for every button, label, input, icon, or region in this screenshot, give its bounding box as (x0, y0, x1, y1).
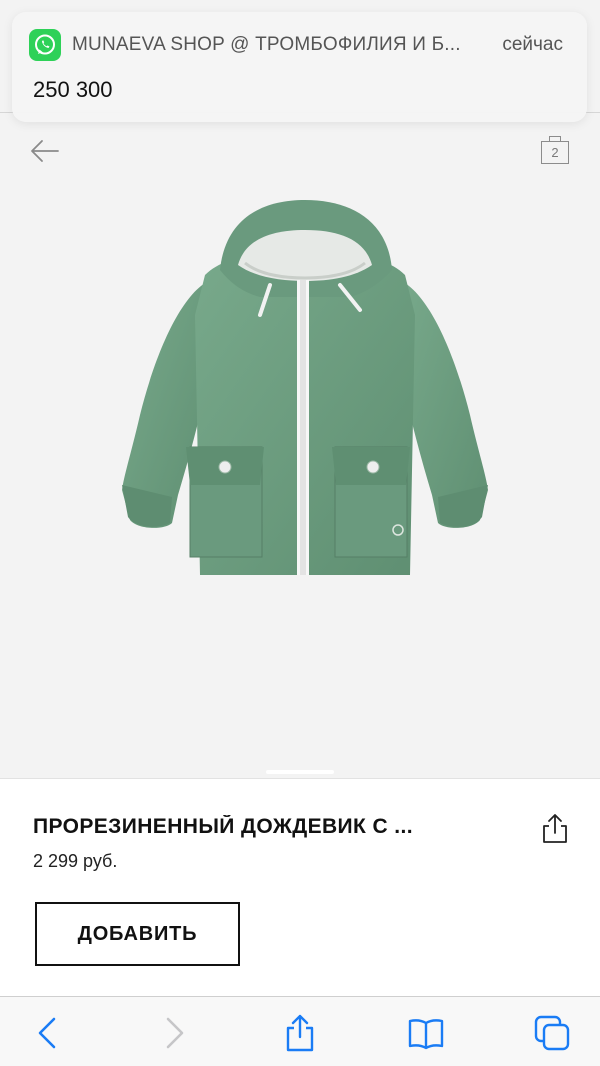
share-button[interactable] (540, 811, 570, 845)
browser-forward-button[interactable] (154, 1013, 194, 1053)
forward-icon (166, 1017, 184, 1049)
product-price: 2 299 руб. (33, 851, 118, 871)
browser-share-button[interactable] (280, 1013, 320, 1053)
product-image-jacket (122, 200, 488, 575)
back-icon (38, 1017, 56, 1049)
gallery-count-label: 2 (541, 141, 569, 164)
notification-title: MUNAEVA SHOP @ ТРОМБОФИЛИЯ И Б... (72, 34, 461, 55)
browser-back-button[interactable] (28, 1013, 68, 1053)
image-scroll-indicator (266, 770, 334, 774)
tabs-icon (534, 1015, 570, 1051)
add-to-cart-button[interactable]: ДОБАВИТЬ (35, 902, 240, 966)
bookmarks-icon (408, 1019, 444, 1050)
browser-bookmarks-button[interactable] (406, 1013, 446, 1053)
notification-time: сейчас (502, 34, 563, 55)
notification-banner[interactable]: MUNAEVA SHOP @ ТРОМБОФИЛИЯ И Б... сейчас… (12, 12, 587, 122)
product-title: ПРОРЕЗИНЕННЫЙ ДОЖДЕВИК С ... (33, 815, 413, 838)
notification-body: 250 300 (33, 77, 113, 102)
share-icon (286, 1014, 314, 1052)
arrow-left-icon (31, 140, 59, 162)
browser-toolbar (0, 996, 600, 1066)
whatsapp-icon (29, 29, 61, 61)
back-button[interactable] (28, 136, 62, 166)
product-info-panel: ПРОРЕЗИНЕННЫЙ ДОЖДЕВИК С ... 2 299 руб. … (0, 778, 600, 996)
share-icon (543, 814, 567, 843)
browser-tabs-button[interactable] (532, 1013, 572, 1053)
gallery-count-button[interactable]: 2 (539, 134, 571, 166)
